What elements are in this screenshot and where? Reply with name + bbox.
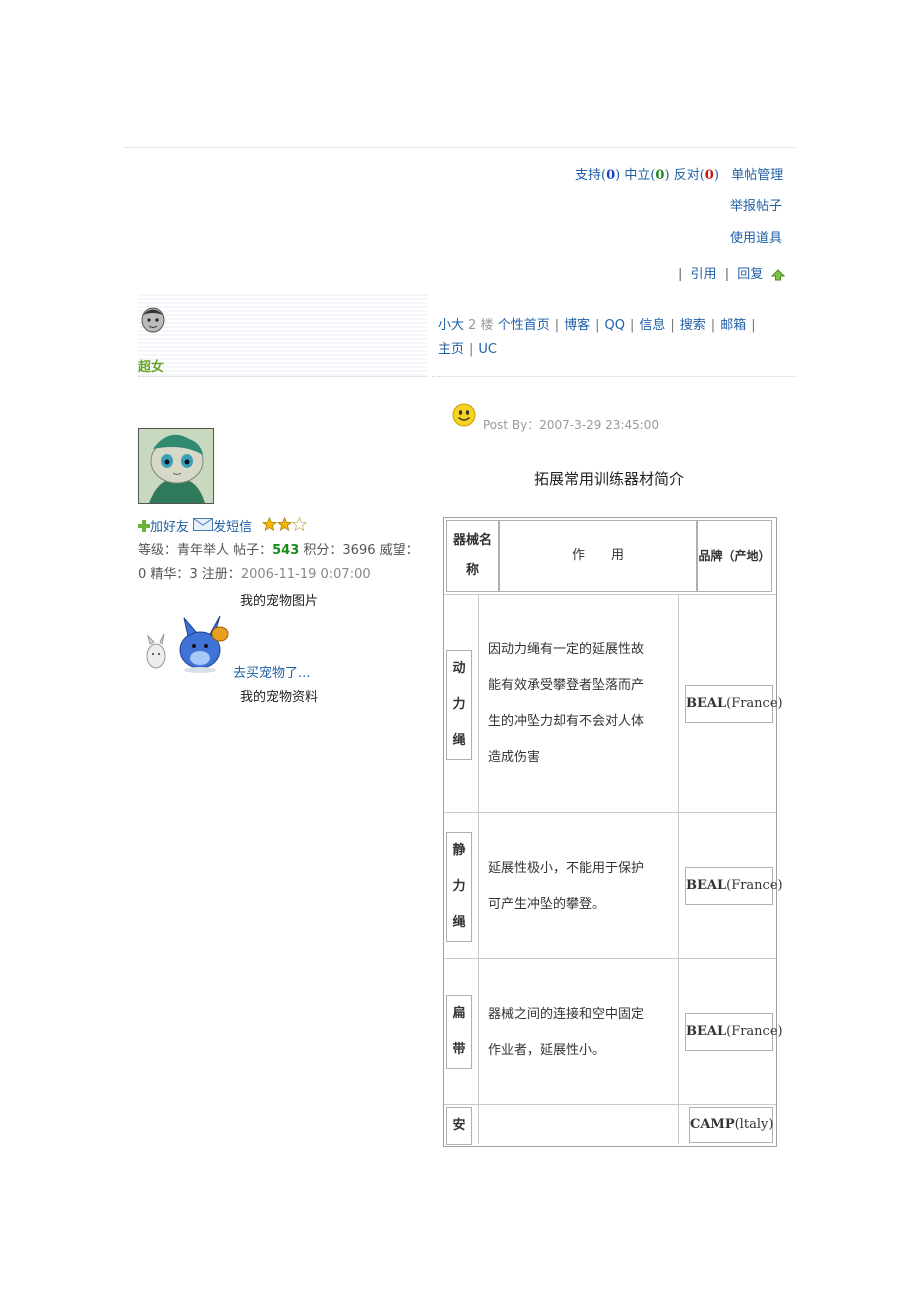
post-title: 拓展常用训练器材简介 bbox=[533, 470, 684, 488]
top-divider bbox=[124, 147, 796, 148]
user-actions: 加好友 发短信 bbox=[138, 516, 308, 535]
oppose-count: 0 bbox=[704, 168, 714, 183]
row-brand: CAMP(ltaly) bbox=[689, 1107, 773, 1143]
user-stats: 等级：青年举人 帖子：543 积分：3696 威望： 0 精华：3 注册：200… bbox=[138, 543, 419, 582]
nav-home[interactable]: 主页 bbox=[438, 342, 464, 357]
font-size-toggle[interactable]: 小大 bbox=[438, 318, 464, 333]
header-brand: 品牌（产地） bbox=[698, 549, 771, 563]
post-action-row: | 引用 | 回复 bbox=[678, 263, 786, 282]
manage-post-link[interactable]: 单帖管理 bbox=[731, 168, 783, 183]
add-friend-link[interactable]: 加好友 bbox=[150, 520, 189, 535]
row-desc: 因动力绳有一定的延展性故 能有效承受攀登者坠落而产 生的冲坠力却有不会对人体 造成伤害 bbox=[488, 642, 645, 765]
pet-icon[interactable] bbox=[140, 612, 232, 674]
nav-divider bbox=[432, 376, 796, 377]
use-props-link[interactable]: 使用道具 bbox=[730, 227, 782, 246]
buy-pet-link[interactable]: 去买宠物了... bbox=[233, 662, 310, 681]
equipment-table: 器械名 称 作 用 品牌（产地） 动力绳 因动力绳有一定的延展性故 能有效承受攀登… bbox=[443, 517, 783, 1147]
user-face-icon bbox=[141, 307, 165, 333]
vote-bar: 支持(0) 中立(0) 反对(0) 单帖管理 bbox=[575, 164, 783, 183]
star-icon bbox=[277, 516, 293, 532]
floor-number: 2 楼 bbox=[468, 318, 494, 333]
row-brand: BEAL(France) bbox=[685, 1013, 783, 1051]
nav-info[interactable]: 信息 bbox=[639, 318, 665, 333]
header-brand-cell: 品牌（产地） bbox=[697, 520, 772, 592]
row-name-cell: 扁带 bbox=[446, 995, 472, 1069]
nav-uc[interactable]: UC bbox=[478, 342, 497, 357]
row-name-cell: 静力绳 bbox=[446, 832, 472, 942]
header-name-line1: 器械名 bbox=[452, 533, 492, 548]
nav-email[interactable]: 邮箱 bbox=[720, 318, 746, 333]
smiley-icon bbox=[452, 403, 476, 427]
oppose-link[interactable]: 反对(0) bbox=[674, 168, 719, 183]
nav-homepage[interactable]: 个性首页 bbox=[498, 318, 550, 333]
header-name-cell: 器械名 称 bbox=[446, 520, 499, 592]
back-to-top-icon[interactable] bbox=[771, 268, 786, 281]
star-outline-icon bbox=[292, 516, 308, 532]
row-brand: BEAL(France) bbox=[685, 867, 783, 905]
quote-link[interactable]: 引用 bbox=[691, 267, 717, 282]
add-friend-icon[interactable] bbox=[138, 520, 150, 532]
pet-data-title: 我的宠物资料 bbox=[240, 690, 319, 705]
header-use-cell: 作 用 bbox=[499, 520, 697, 592]
reply-link[interactable]: 回复 bbox=[737, 267, 763, 282]
envelope-icon[interactable] bbox=[193, 518, 214, 531]
username[interactable]: 超女 bbox=[138, 356, 164, 375]
cartoon-avatar-icon bbox=[139, 429, 213, 503]
neutral-link[interactable]: 中立(0) bbox=[624, 168, 669, 183]
rank-stars bbox=[262, 516, 308, 535]
star-icon bbox=[262, 516, 278, 532]
row-name-cell: 安 bbox=[446, 1107, 472, 1145]
nav-search[interactable]: 搜索 bbox=[680, 318, 706, 333]
send-message-link[interactable]: 发短信 bbox=[213, 520, 252, 535]
user-nav: 小大 2 楼 个性首页 | 博客 | QQ | 信息 | 搜索 | 邮箱 | 主页 | UC bbox=[438, 318, 756, 357]
row-desc: 器械之间的连接和空中固定 作业者，延展性小。 bbox=[488, 1007, 645, 1058]
pet-image-title: 我的宠物图片 bbox=[240, 594, 319, 609]
support-count: 0 bbox=[606, 168, 616, 183]
register-date: 2006-11-19 0:07:00 bbox=[240, 567, 371, 582]
post-timestamp: Post By：2007-3-29 23:45:00 bbox=[483, 418, 660, 432]
report-post-link[interactable]: 举报帖子 bbox=[730, 195, 782, 214]
row-desc: 延展性极小，不能用于保护 可产生冲坠的攀登。 bbox=[488, 861, 645, 912]
nav-blog[interactable]: 博客 bbox=[564, 318, 590, 333]
row-name-cell: 动力绳 bbox=[446, 650, 472, 760]
support-link[interactable]: 支持(0) bbox=[575, 168, 620, 183]
avatar[interactable] bbox=[138, 428, 214, 504]
nav-qq[interactable]: QQ bbox=[605, 318, 625, 333]
row-brand: BEAL(France) bbox=[685, 685, 783, 723]
header-name-line2: 称 bbox=[465, 563, 479, 578]
user-header bbox=[138, 294, 428, 377]
header-use: 作 用 bbox=[571, 548, 624, 563]
post-count: 543 bbox=[272, 543, 300, 558]
